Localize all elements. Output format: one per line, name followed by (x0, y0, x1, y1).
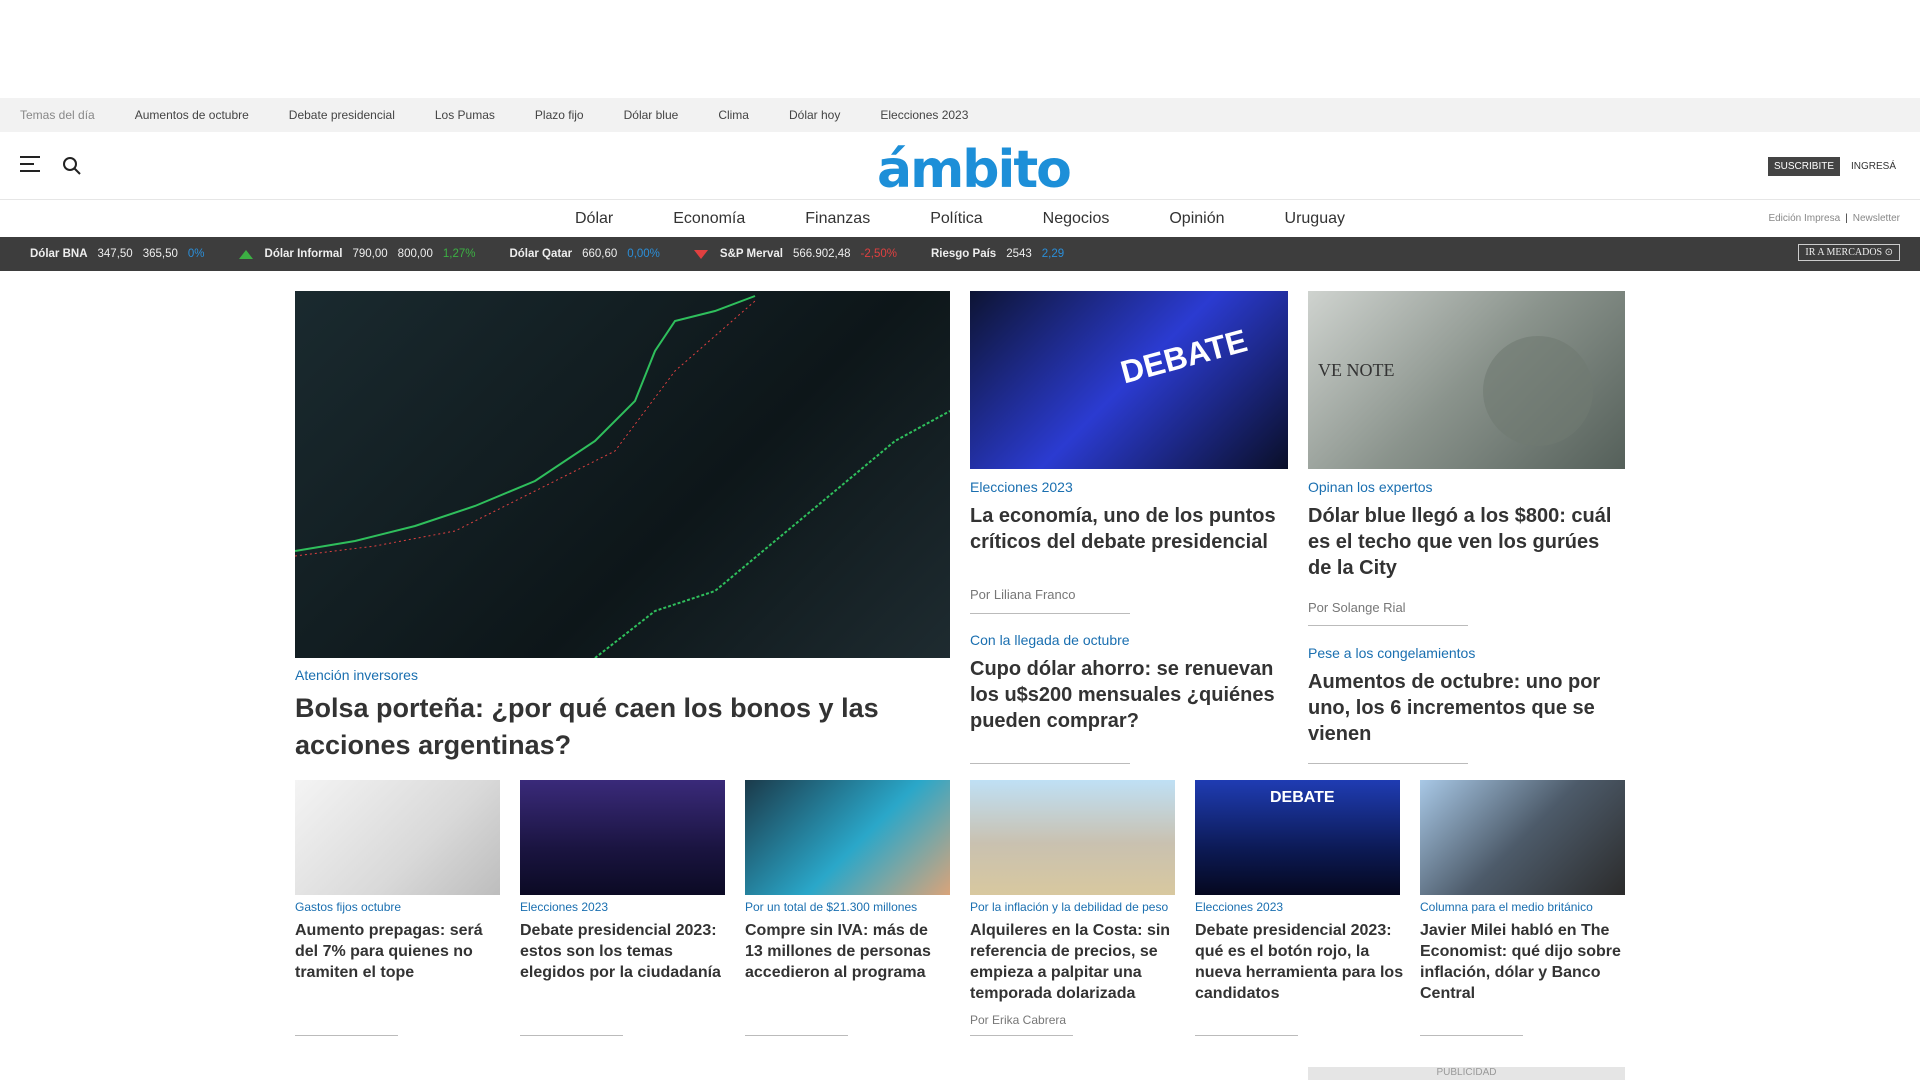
topic-link[interactable]: Plazo fijo (535, 108, 584, 122)
trend-up-icon (238, 249, 253, 259)
nav-item-dolar[interactable]: Dólar (575, 210, 613, 228)
ad-space (0, 0, 1920, 98)
ticker-item[interactable]: Dólar Informal 790,00 800,00 1,27% (238, 248, 475, 260)
search-icon[interactable] (62, 156, 82, 176)
topic-link[interactable]: Elecciones 2023 (880, 108, 968, 122)
article-image[interactable] (295, 780, 500, 895)
article-image[interactable]: DEBATE (970, 291, 1288, 469)
article-image[interactable] (970, 780, 1175, 895)
article-title[interactable]: La economía, uno de los puntos críticos … (970, 503, 1288, 555)
article-category[interactable]: Pese a los congelamientos (1308, 645, 1475, 661)
svg-text:VE NOTE: VE NOTE (1318, 360, 1394, 380)
chevron-right-icon: ⊙ (1884, 247, 1893, 258)
ad-label: PUBLICIDAD (1308, 1067, 1625, 1080)
topics-label: Temas del día (20, 108, 95, 122)
nav-item-economia[interactable]: Economía (673, 210, 745, 228)
topic-link[interactable]: Dólar blue (624, 108, 679, 122)
topic-link[interactable]: Aumentos de octubre (135, 108, 249, 122)
article-category[interactable]: Elecciones 2023 (520, 900, 608, 914)
article-image[interactable] (1420, 780, 1625, 895)
main-article-title[interactable]: Bolsa porteña: ¿por qué caen los bonos y… (295, 690, 935, 764)
ticker-item[interactable]: S&P Merval 566.902,48 -2,50% (693, 248, 897, 260)
markets-button[interactable]: IR A MERCADOS ⊙ (1798, 244, 1900, 261)
topic-link[interactable]: Clima (718, 108, 749, 122)
article-image[interactable] (520, 780, 725, 895)
nav-item-uruguay[interactable]: Uruguay (1285, 210, 1345, 228)
article-title[interactable]: Cupo dólar ahorro: se renuevan los u$s20… (970, 656, 1288, 734)
article-category[interactable]: Gastos fijos octubre (295, 900, 401, 914)
article-author: Por Erika Cabrera (970, 1013, 1067, 1027)
svg-text:DEBATE: DEBATE (1270, 789, 1335, 806)
topic-link[interactable]: Dólar hoy (789, 108, 840, 122)
nav-extra: Edición Impresa | Newsletter (1768, 213, 1900, 224)
topic-link[interactable]: Debate presidencial (289, 108, 395, 122)
topic-link[interactable]: Los Pumas (435, 108, 495, 122)
main-article-category[interactable]: Atención inversores (295, 667, 418, 683)
print-edition-link[interactable]: Edición Impresa (1768, 213, 1840, 224)
nav-item-opinion[interactable]: Opinión (1169, 210, 1224, 228)
article-category[interactable]: Opinan los expertos (1308, 479, 1433, 495)
divider (295, 1035, 398, 1036)
svg-text:DEBATE: DEBATE (1117, 322, 1251, 390)
market-ticker: Dólar BNA 347,50 365,50 0% Dólar Informa… (0, 237, 1920, 271)
article-title[interactable]: Alquileres en la Costa: sin referencia d… (970, 920, 1175, 1004)
divider (520, 1035, 623, 1036)
main-nav: Dólar Economía Finanzas Política Negocio… (0, 200, 1920, 237)
nav-item-negocios[interactable]: Negocios (1043, 210, 1110, 228)
article-title[interactable]: Debate presidencial 2023: estos son los … (520, 920, 725, 983)
divider (970, 763, 1130, 764)
trend-down-icon (693, 249, 708, 259)
article-category[interactable]: Con la llegada de octubre (970, 632, 1130, 648)
divider (1420, 1035, 1523, 1036)
newsletter-link[interactable]: Newsletter (1853, 213, 1900, 224)
article-image[interactable]: VE NOTE (1308, 291, 1625, 469)
article-image[interactable]: DEBATE (1195, 780, 1400, 895)
article-image[interactable] (745, 780, 950, 895)
article-title[interactable]: Javier Milei habló en The Economist: qué… (1420, 920, 1625, 1004)
article-title[interactable]: Compre sin IVA: más de 13 millones de pe… (745, 920, 950, 983)
article-title[interactable]: Debate presidencial 2023: qué es el botó… (1195, 920, 1405, 1004)
article-category[interactable]: Elecciones 2023 (970, 479, 1073, 495)
article-author: Por Solange Rial (1308, 600, 1406, 615)
subscribe-button[interactable]: SUSCRIBITE (1767, 157, 1840, 176)
divider (970, 613, 1130, 614)
article-title[interactable]: Aumentos de octubre: uno por uno, los 6 … (1308, 669, 1625, 747)
article-author: Por Liliana Franco (970, 587, 1076, 602)
nav-item-politica[interactable]: Política (930, 210, 982, 228)
topics-bar: Temas del día Aumentos de octubre Debate… (0, 98, 1920, 132)
nav-item-finanzas[interactable]: Finanzas (805, 210, 870, 228)
article-title[interactable]: Dólar blue llegó a los $800: cuál es el … (1308, 503, 1625, 581)
divider (1308, 763, 1468, 764)
divider (1308, 625, 1468, 626)
login-link[interactable]: INGRESÁ (1851, 161, 1896, 172)
site-header: ámbito SUSCRIBITE INGRESÁ (0, 132, 1920, 200)
article-category[interactable]: Por un total de $21.300 millones (745, 900, 917, 914)
article-category[interactable]: Columna para el medio británico (1420, 900, 1593, 914)
ticker-item[interactable]: Riesgo País 2543 2,29 (931, 248, 1064, 260)
main-article-image[interactable] (295, 291, 950, 658)
ticker-item[interactable]: Dólar BNA 347,50 365,50 0% (30, 248, 205, 260)
site-logo[interactable]: ámbito (877, 140, 1072, 200)
article-category[interactable]: Elecciones 2023 (1195, 900, 1283, 914)
article-category[interactable]: Por la inflación y la debilidad de peso (970, 900, 1185, 914)
article-title[interactable]: Aumento prepagas: será del 7% para quien… (295, 920, 495, 983)
divider (1195, 1035, 1298, 1036)
ticker-item[interactable]: Dólar Qatar 660,60 0,00% (509, 248, 659, 260)
divider (745, 1035, 848, 1036)
divider (970, 1035, 1073, 1036)
menu-icon[interactable] (20, 156, 40, 174)
